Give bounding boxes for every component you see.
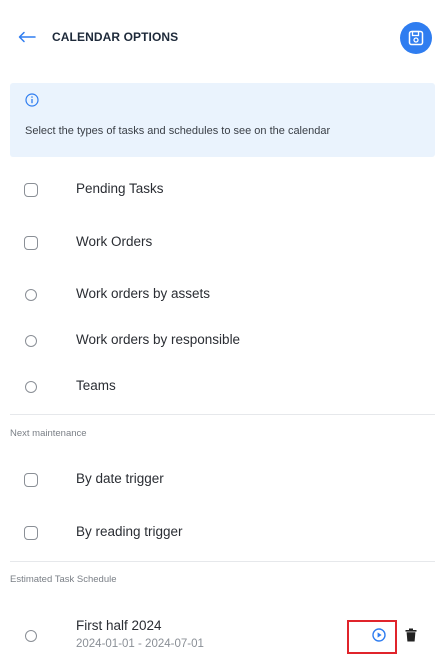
- schedule-name: First half 2024: [76, 618, 162, 633]
- option-by-date-trigger[interactable]: By date trigger: [0, 456, 446, 502]
- play-circle-icon[interactable]: [372, 628, 386, 642]
- option-label: Teams: [76, 378, 116, 393]
- teams-radio[interactable]: [25, 381, 37, 393]
- page-title: CALENDAR OPTIONS: [52, 30, 179, 44]
- option-label: Pending Tasks: [76, 181, 164, 196]
- option-work-orders[interactable]: Work Orders: [0, 219, 446, 265]
- info-text: Select the types of tasks and schedules …: [25, 125, 331, 137]
- option-by-reading-trigger[interactable]: By reading trigger: [0, 509, 446, 555]
- section-heading-next-maintenance: Next maintenance: [10, 428, 87, 439]
- option-work-orders-by-assets[interactable]: Work orders by assets: [0, 271, 446, 317]
- work-orders-by-assets-radio[interactable]: [25, 289, 37, 301]
- option-teams[interactable]: Teams: [0, 363, 446, 409]
- save-button[interactable]: [400, 22, 432, 54]
- save-icon: [408, 30, 424, 46]
- pending-tasks-checkbox[interactable]: [24, 183, 38, 197]
- option-label: Work orders by assets: [76, 286, 211, 301]
- schedule-dates: 2024-01-01 - 2024-07-01: [76, 638, 204, 650]
- arrow-left-icon: [18, 31, 36, 43]
- info-box: Select the types of tasks and schedules …: [10, 83, 435, 157]
- by-date-trigger-checkbox[interactable]: [24, 473, 38, 487]
- work-orders-by-responsible-radio[interactable]: [25, 335, 37, 347]
- option-label: By reading trigger: [76, 524, 183, 539]
- schedule-radio[interactable]: [25, 630, 37, 642]
- option-label: Work orders by responsible: [76, 332, 241, 347]
- option-label: By date trigger: [76, 471, 164, 486]
- option-work-orders-by-responsible[interactable]: Work orders by responsible: [0, 317, 446, 363]
- info-icon: [25, 93, 39, 107]
- by-reading-trigger-checkbox[interactable]: [24, 526, 38, 540]
- trash-icon[interactable]: [405, 628, 417, 642]
- work-orders-checkbox[interactable]: [24, 236, 38, 250]
- back-button[interactable]: [14, 26, 40, 48]
- header: CALENDAR OPTIONS: [0, 0, 446, 76]
- divider: [10, 414, 435, 415]
- divider: [10, 561, 435, 562]
- section-heading-estimated-schedule: Estimated Task Schedule: [10, 574, 117, 585]
- option-label: Work Orders: [76, 234, 153, 249]
- option-pending-tasks[interactable]: Pending Tasks: [0, 166, 446, 212]
